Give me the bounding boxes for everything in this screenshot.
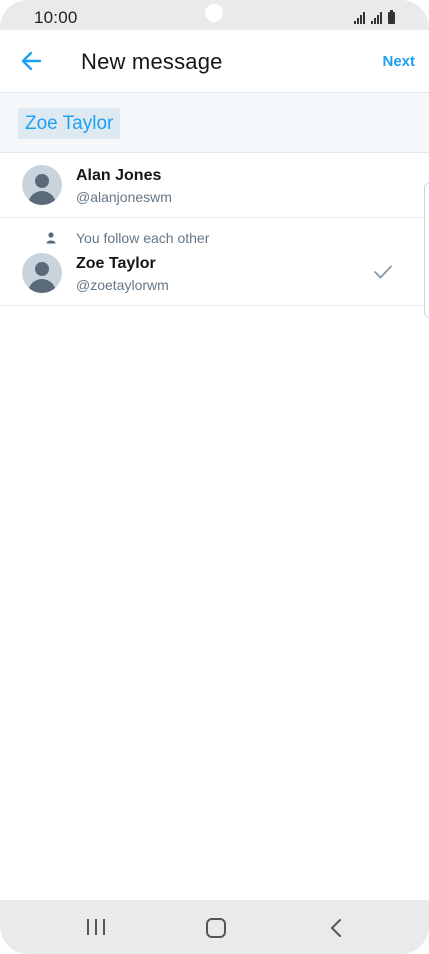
phone-screen: 10:00 New message Next Zoe Taylor Alan J… [0, 0, 429, 954]
signal-icon [354, 12, 365, 24]
avatar [22, 165, 62, 205]
avatar [22, 253, 62, 293]
page-title: New message [81, 49, 223, 74]
home-icon[interactable] [206, 918, 226, 938]
next-button[interactable]: Next [382, 53, 415, 70]
back-icon[interactable] [328, 918, 344, 938]
list-item[interactable]: You follow each other Zoe Taylor @zoetay… [0, 218, 429, 306]
person-icon [46, 232, 56, 244]
app-bar: New message Next [0, 30, 429, 93]
recent-apps-icon[interactable] [87, 919, 105, 935]
edge-panel-handle[interactable] [424, 182, 429, 318]
list-item[interactable]: Alan Jones @alanjoneswm [0, 153, 429, 218]
recipient-chip[interactable]: Zoe Taylor [18, 108, 121, 139]
user-name: Zoe Taylor [76, 255, 156, 272]
arrow-left-icon [21, 51, 42, 71]
status-bar: 10:00 [0, 0, 429, 30]
user-handle: @zoetaylorwm [76, 277, 169, 293]
back-button[interactable] [18, 47, 46, 75]
status-icons [354, 10, 395, 24]
signal-icon [371, 12, 382, 24]
user-handle: @alanjoneswm [76, 189, 172, 205]
navigation-bar [0, 900, 429, 954]
check-icon [374, 265, 392, 279]
follow-status: You follow each other [76, 230, 210, 246]
camera-cutout [205, 4, 223, 22]
recipient-field[interactable]: Zoe Taylor [0, 93, 429, 153]
status-time: 10:00 [34, 8, 78, 27]
user-name: Alan Jones [76, 167, 162, 184]
battery-icon [388, 10, 395, 24]
